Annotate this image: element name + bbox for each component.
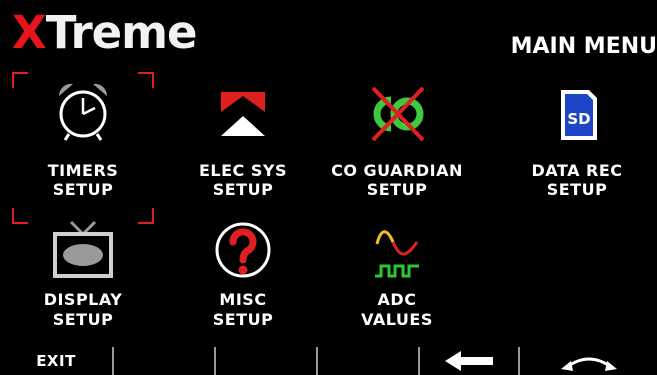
- softkey-4[interactable]: [316, 347, 418, 375]
- menu-item-label-line2: SETUP: [52, 310, 114, 329]
- brand-x: X: [12, 6, 47, 59]
- menu-item-label-line2: SETUP: [52, 180, 114, 199]
- tv-display-icon: [53, 220, 113, 278]
- softkey-label: EXIT: [36, 352, 76, 370]
- selection-corner-tr: [138, 72, 154, 88]
- softkey-back[interactable]: [418, 347, 518, 375]
- sd-card-icon: SD: [561, 90, 597, 140]
- menu-item-label-line1: ADC: [377, 290, 417, 309]
- menu-item-label-line2: SETUP: [546, 180, 608, 199]
- menu-item-misc-setup[interactable]: MISC SETUP: [178, 220, 308, 360]
- sd-label: SD: [567, 110, 590, 128]
- co-guardian-icon: [371, 86, 425, 142]
- menu-item-display-setup[interactable]: DISPLAY SETUP: [18, 220, 148, 360]
- softkey-bar: EXIT: [0, 347, 657, 375]
- menu-item-label-line1: CO GUARDIAN: [331, 161, 463, 180]
- waveform-icon: [375, 230, 419, 278]
- menu-item-label-line1: DATA REC: [531, 161, 623, 180]
- menu-item-label-line1: TIMERS: [47, 161, 119, 180]
- menu-item-label-line2: SETUP: [212, 180, 274, 199]
- softkey-2[interactable]: [112, 347, 214, 375]
- menu-item-elec-sys-setup[interactable]: ELEC SYS SETUP: [178, 78, 308, 218]
- menu-item-label-line2: SETUP: [212, 310, 274, 329]
- left-arrow-icon: [445, 351, 493, 371]
- menu-item-data-rec-setup[interactable]: SD DATA REC SETUP: [512, 78, 642, 218]
- menu-item-label-line1: MISC: [219, 290, 267, 309]
- question-mark-icon: [215, 222, 271, 278]
- alarm-clock-icon: [58, 83, 108, 141]
- menu-item-label-line2: SETUP: [366, 180, 428, 199]
- menu-item-label-line1: DISPLAY: [43, 290, 123, 309]
- rotate-knob-icon: [560, 357, 617, 371]
- brand-name: Treme: [45, 6, 198, 59]
- menu-item-adc-values[interactable]: ADC VALUES: [332, 220, 462, 360]
- menu-item-label-line2: VALUES: [361, 310, 433, 329]
- header-bar: XTreme MAIN MENU: [0, 0, 657, 62]
- elec-sys-arrows-icon: [221, 92, 265, 136]
- xtreme-logo: XTreme: [12, 6, 198, 59]
- menu-item-label-line1: ELEC SYS: [199, 161, 287, 180]
- softkey-3[interactable]: [214, 347, 316, 375]
- softkey-rotate[interactable]: [518, 347, 657, 375]
- menu-item-co-guardian-setup[interactable]: CO GUARDIAN SETUP: [331, 78, 462, 218]
- menu-item-timers-setup[interactable]: TIMERS SETUP: [12, 72, 154, 224]
- page-title: MAIN MENU: [510, 34, 657, 59]
- softkey-exit[interactable]: EXIT: [0, 347, 112, 375]
- selection-corner-tl: [12, 72, 28, 88]
